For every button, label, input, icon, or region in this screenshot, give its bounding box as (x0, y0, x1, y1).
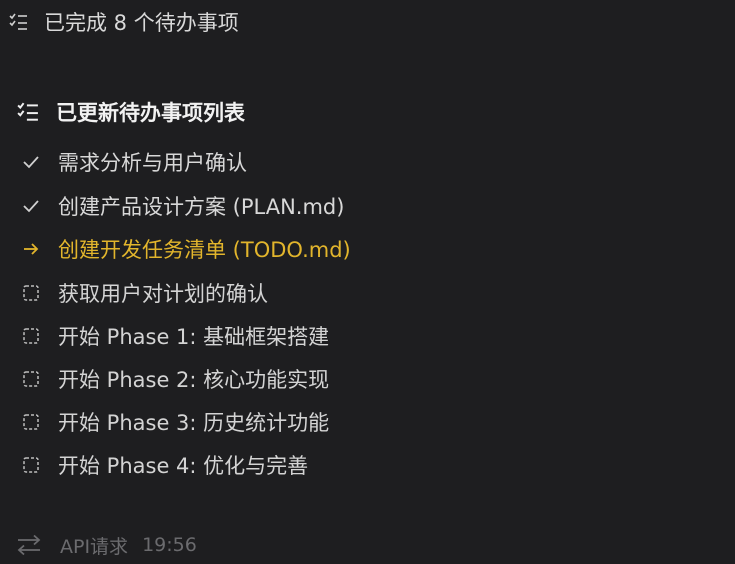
list-item: 获取用户对计划的确认 (20, 277, 268, 309)
task-label: 创建产品设计方案 (PLAN.md) (58, 195, 345, 219)
list-item: 开始 Phase 3: 历史统计功能 (20, 406, 329, 438)
list-item: 需求分析与用户确认 (20, 146, 247, 178)
task-label: 获取用户对计划的确认 (58, 282, 268, 306)
check-icon (20, 195, 42, 217)
list-item: 创建开发任务清单 (TODO.md) (20, 233, 351, 265)
list-item: 创建产品设计方案 (PLAN.md) (20, 190, 344, 222)
list-item: 开始 Phase 1: 基础框架搭建 (20, 320, 329, 352)
task-label: 开始 Phase 2: 核心功能实现 (58, 368, 330, 392)
summary-text: 已完成 8 个待办事项 (44, 11, 239, 35)
checklist-icon (8, 11, 30, 33)
checkbox-empty-icon (20, 411, 42, 433)
task-label: 开始 Phase 3: 历史统计功能 (58, 411, 330, 435)
todo-list-header: 已更新待办事项列表 (16, 96, 245, 128)
list-item: 开始 Phase 4: 优化与完善 (20, 449, 308, 481)
arrow-right-icon (20, 238, 42, 260)
checkbox-empty-icon (20, 454, 42, 476)
todo-summary[interactable]: 已完成 8 个待办事项 (8, 6, 239, 38)
timestamp: 19:56 (142, 534, 197, 556)
list-item: 开始 Phase 2: 核心功能实现 (20, 363, 329, 395)
task-label: 创建开发任务清单 (TODO.md) (58, 238, 351, 262)
task-label: 开始 Phase 4: 优化与完善 (58, 454, 309, 478)
checkbox-empty-icon (20, 282, 42, 304)
task-label: 开始 Phase 1: 基础框架搭建 (58, 325, 330, 349)
page-title: 已更新待办事项列表 (56, 101, 245, 125)
task-label: 需求分析与用户确认 (58, 151, 247, 175)
swap-arrows-icon (14, 533, 44, 557)
api-request-status[interactable]: API请求 19:56 (14, 530, 197, 560)
check-icon (20, 151, 42, 173)
checkbox-empty-icon (20, 368, 42, 390)
checkbox-empty-icon (20, 325, 42, 347)
api-request-label: API请求 (60, 535, 129, 558)
checklist-icon (16, 100, 40, 124)
